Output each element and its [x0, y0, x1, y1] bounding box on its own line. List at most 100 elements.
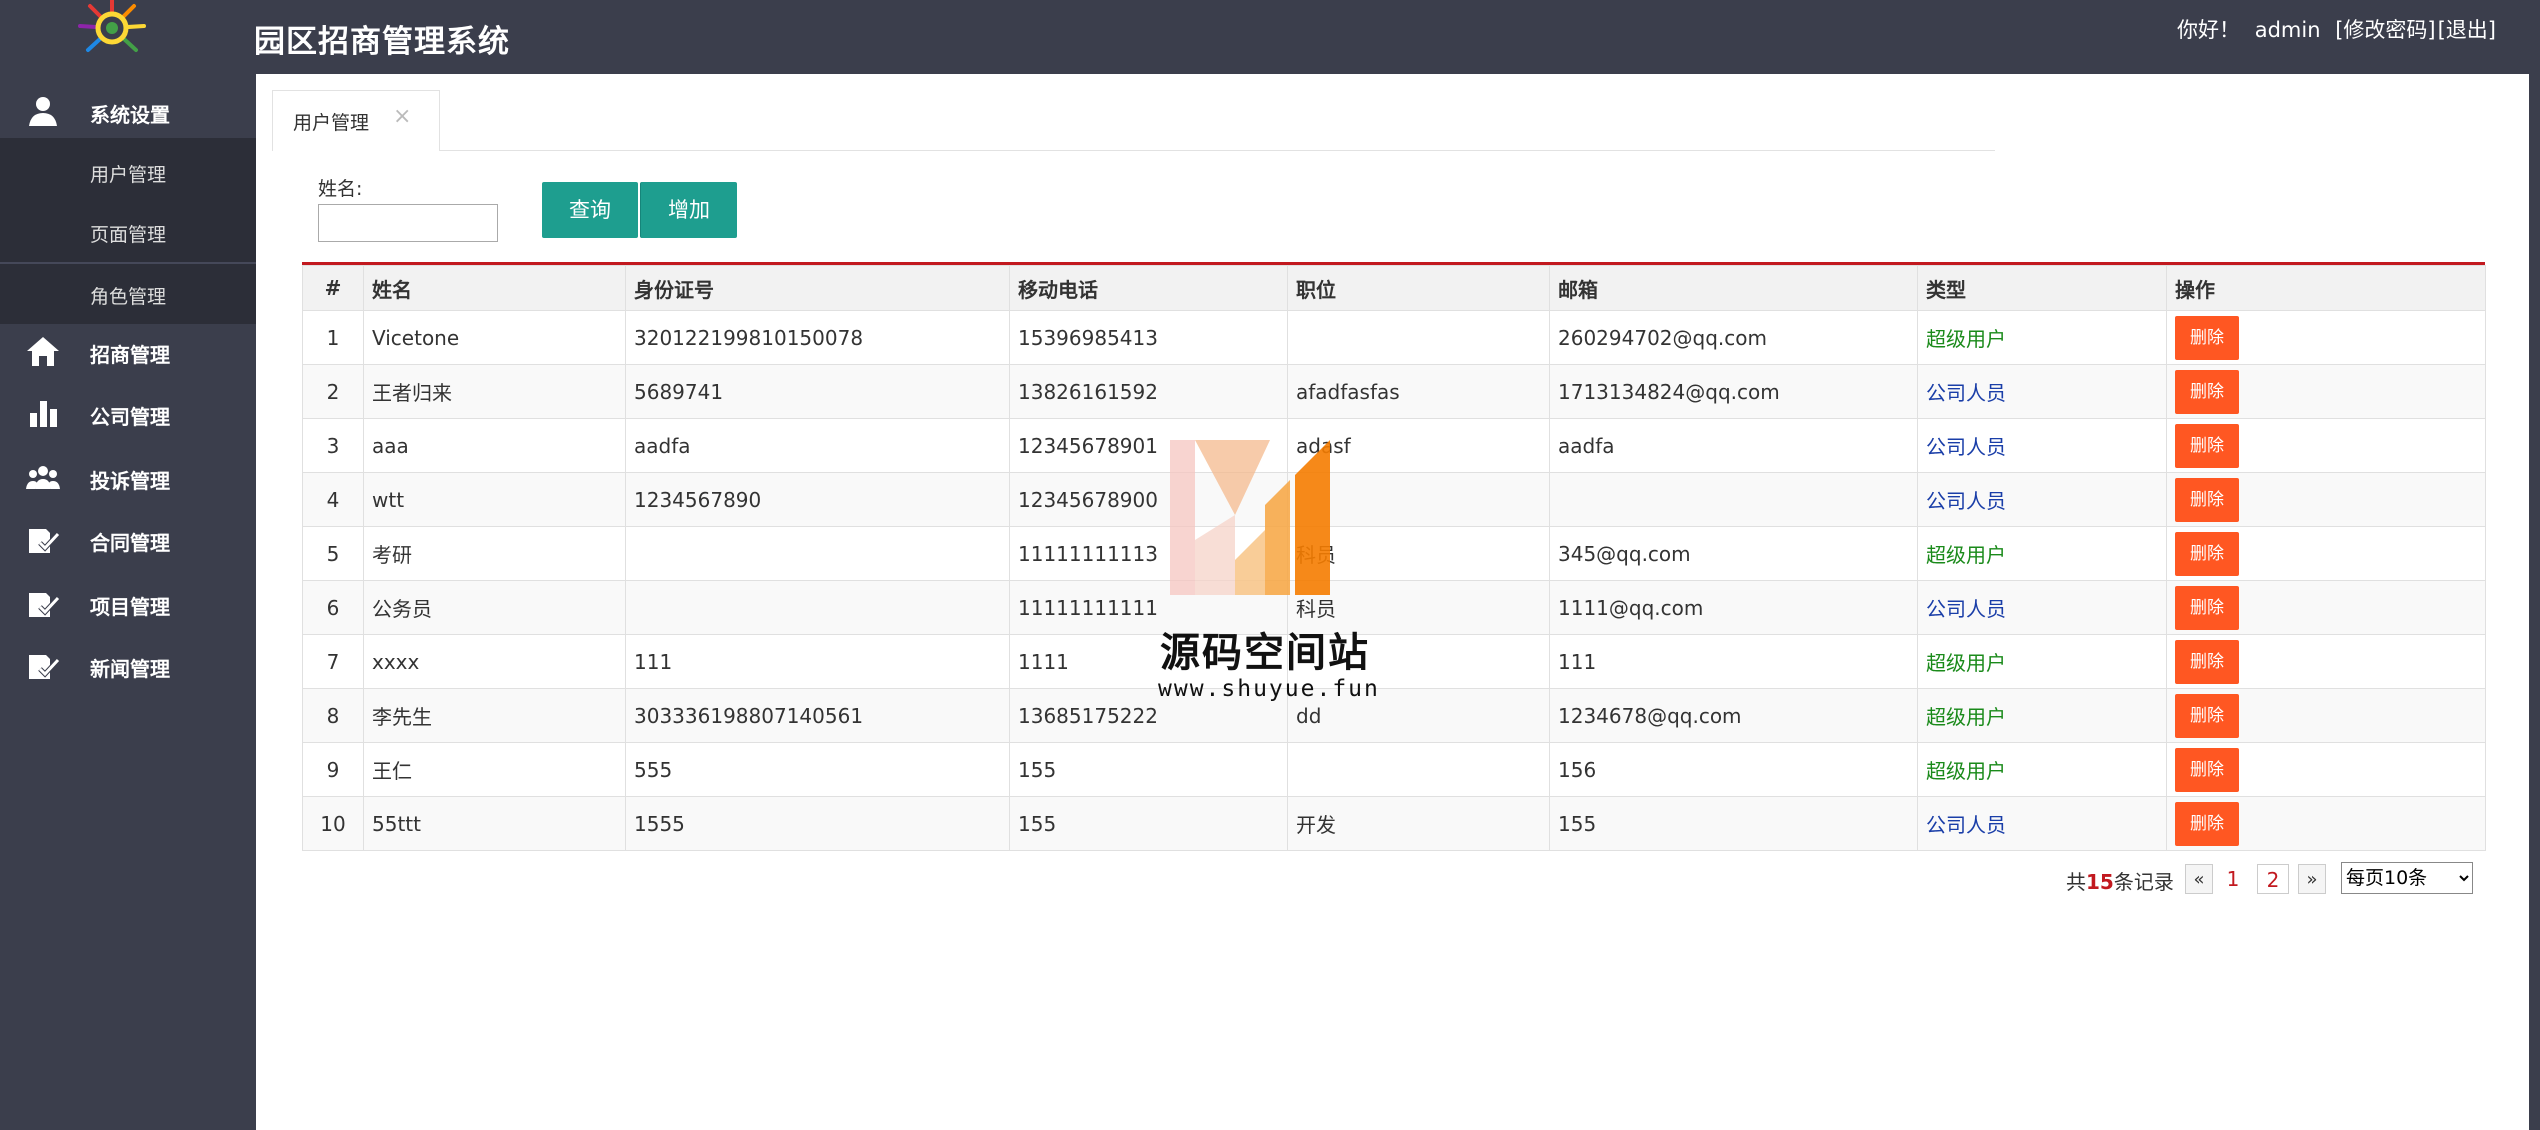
- sidebar-subitem-user-management[interactable]: 用户管理: [0, 142, 256, 202]
- cell-email: 345@qq.com: [1549, 526, 1918, 581]
- edit-check-icon: [29, 655, 60, 679]
- page-1-button[interactable]: 1: [2218, 864, 2248, 894]
- cell-no: 10: [302, 796, 364, 851]
- page-size-select[interactable]: 每页10条: [2341, 862, 2473, 894]
- sidebar-subitem-role-management[interactable]: 角色管理: [0, 264, 256, 324]
- cell-position: adasf: [1287, 418, 1550, 473]
- cell-email: 111: [1549, 634, 1918, 689]
- username: admin: [2254, 18, 2321, 42]
- delete-button[interactable]: 删除: [2175, 423, 2239, 468]
- delete-button[interactable]: 删除: [2175, 693, 2239, 738]
- cell-no: 9: [302, 742, 364, 797]
- delete-button[interactable]: 删除: [2175, 369, 2239, 414]
- watermark-url: www.shuyue.fun: [1158, 676, 1380, 702]
- sidebar-subitem-label: 用户管理: [90, 164, 167, 186]
- sidebar-item-label: 系统设置: [90, 103, 170, 127]
- cell-actions: 删除: [2166, 526, 2486, 581]
- column-header: 职位: [1287, 265, 1550, 311]
- cell-no: 7: [302, 634, 364, 689]
- cell-actions: 删除: [2166, 472, 2486, 527]
- cell-type: 公司人员: [1917, 418, 2167, 473]
- sidebar-item-label: 新闻管理: [90, 657, 170, 681]
- change-password-link[interactable]: [修改密码]: [2335, 18, 2435, 42]
- logout-link[interactable]: [退出]: [2438, 18, 2496, 42]
- cell-position: 开发: [1287, 796, 1550, 851]
- sidebar-subitem-label: 角色管理: [90, 286, 167, 308]
- column-header: 身份证号: [625, 265, 1010, 311]
- prev-page-button[interactable]: «: [2185, 864, 2213, 894]
- cell-email: [1549, 472, 1918, 527]
- column-header: 移动电话: [1009, 265, 1288, 311]
- cell-id-card: 320122199810150078: [625, 310, 1010, 365]
- sidebar-item-project[interactable]: 项目管理: [0, 574, 256, 632]
- cell-actions: 删除: [2166, 688, 2486, 743]
- column-header: 邮箱: [1549, 265, 1918, 311]
- sidebar-item-investment[interactable]: 招商管理: [0, 322, 256, 380]
- cell-email: 1713134824@qq.com: [1549, 364, 1918, 419]
- delete-button[interactable]: 删除: [2175, 747, 2239, 792]
- group-icon: [26, 466, 60, 489]
- sidebar-item-company[interactable]: 公司管理: [0, 384, 256, 442]
- column-header: 类型: [1917, 265, 2167, 311]
- cell-type: 公司人员: [1917, 796, 2167, 851]
- cell-actions: 删除: [2166, 796, 2486, 851]
- page-2-button[interactable]: 2: [2257, 864, 2289, 894]
- cell-email: aadfa: [1549, 418, 1918, 473]
- next-page-button[interactable]: »: [2298, 864, 2326, 894]
- cell-no: 3: [302, 418, 364, 473]
- sidebar-item-contract[interactable]: 合同管理: [0, 510, 256, 568]
- edit-check-icon: [29, 593, 60, 617]
- tab-user-management[interactable]: 用户管理 ×: [272, 90, 440, 151]
- home-icon: [27, 337, 59, 366]
- user-table: # 姓名 身份证号 移动电话 职位 邮箱 类型 操作 1 Vicetone 3201…: [302, 262, 2486, 851]
- table-row: 8 李先生 303336198807140561 13685175222 dd 12346…: [302, 688, 2486, 743]
- sidebar-item-label: 投诉管理: [90, 469, 170, 493]
- table-row: 5 考研 11111111113 科员 345@qq.com 超级用户 删除: [302, 526, 2486, 581]
- query-button[interactable]: 查询: [542, 182, 638, 238]
- cell-position: 科员: [1287, 526, 1550, 581]
- cell-phone: 13826161592: [1009, 364, 1288, 419]
- total-records: 共15条记录: [2066, 870, 2174, 894]
- delete-button[interactable]: 删除: [2175, 315, 2239, 360]
- name-filter-input[interactable]: [318, 204, 498, 242]
- delete-button[interactable]: 删除: [2175, 531, 2239, 576]
- delete-button[interactable]: 删除: [2175, 801, 2239, 846]
- cell-actions: 删除: [2166, 742, 2486, 797]
- table-row: 9 王仁 555 155 156 超级用户 删除: [302, 742, 2486, 797]
- cell-no: 1: [302, 310, 364, 365]
- sidebar-subitem-page-management[interactable]: 页面管理: [0, 202, 256, 262]
- tab-bar-divider: [272, 150, 1995, 151]
- tab-label: 用户管理: [293, 112, 370, 134]
- close-icon[interactable]: ×: [393, 104, 411, 129]
- cell-name: 李先生: [363, 688, 626, 743]
- cell-name: 55ttt: [363, 796, 626, 851]
- sidebar-item-news[interactable]: 新闻管理: [0, 636, 256, 694]
- add-button[interactable]: 增加: [640, 182, 737, 238]
- cell-name: wtt: [363, 472, 626, 527]
- cell-name: aaa: [363, 418, 626, 473]
- delete-button[interactable]: 删除: [2175, 585, 2239, 630]
- user-panel: 你好！ admin [修改密码][退出]: [2169, 14, 2496, 44]
- table-row: 3 aaa aadfa 12345678901 adasf aadfa 公司人员 删除: [302, 418, 2486, 473]
- delete-button[interactable]: 删除: [2175, 477, 2239, 522]
- sidebar-item-complaint[interactable]: 投诉管理: [0, 448, 256, 506]
- cell-name: xxxx: [363, 634, 626, 689]
- cell-phone: 11111111113: [1009, 526, 1288, 581]
- cell-id-card: 303336198807140561: [625, 688, 1010, 743]
- watermark-text: 源码空间站: [1160, 630, 1370, 676]
- cell-id-card: aadfa: [625, 418, 1010, 473]
- sidebar-item-system-settings[interactable]: 系统设置: [0, 82, 256, 140]
- top-bar: 园区招商管理系统 你好！ admin [修改密码][退出]: [0, 0, 2540, 74]
- column-header: 操作: [2166, 265, 2486, 311]
- sidebar-item-label: 招商管理: [90, 343, 170, 367]
- cell-type: 超级用户: [1917, 634, 2167, 689]
- cell-id-card: 5689741: [625, 364, 1010, 419]
- delete-button[interactable]: 删除: [2175, 639, 2239, 684]
- cell-actions: 删除: [2166, 634, 2486, 689]
- cell-email: 155: [1549, 796, 1918, 851]
- sidebar-item-label: 公司管理: [90, 405, 170, 429]
- cell-actions: 删除: [2166, 364, 2486, 419]
- cell-name: 考研: [363, 526, 626, 581]
- cell-no: 2: [302, 364, 364, 419]
- cell-no: 4: [302, 472, 364, 527]
